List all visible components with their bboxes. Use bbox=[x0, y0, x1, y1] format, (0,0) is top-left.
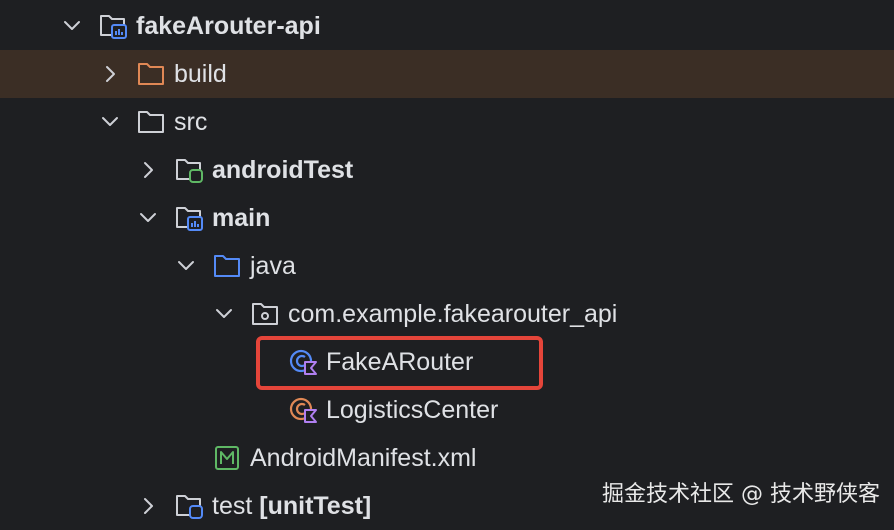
chevron-down-icon[interactable] bbox=[138, 208, 158, 228]
chevron-down-icon[interactable] bbox=[100, 112, 120, 132]
tree-label: build bbox=[174, 60, 227, 88]
folder-icon bbox=[138, 111, 164, 133]
tree-row-package[interactable]: com.example.fakearouter_api bbox=[0, 290, 894, 338]
chevron-right-icon[interactable] bbox=[138, 160, 158, 180]
tree-label: androidTest bbox=[212, 156, 354, 184]
tree-row-main[interactable]: main bbox=[0, 194, 894, 242]
tree-row-src[interactable]: src bbox=[0, 98, 894, 146]
chevron-down-icon[interactable] bbox=[62, 16, 82, 36]
module-folder-icon bbox=[100, 15, 127, 39]
tree-row-androidmanifest[interactable]: AndroidManifest.xml bbox=[0, 434, 894, 482]
chevron-right-icon[interactable] bbox=[138, 496, 158, 516]
tree-label: AndroidManifest.xml bbox=[250, 444, 477, 472]
chevron-down-icon[interactable] bbox=[214, 304, 234, 324]
watermark-text: 掘金技术社区 @ 技术野侠客 bbox=[602, 482, 880, 507]
tree-row-logisticscenter[interactable]: LogisticsCenter bbox=[0, 386, 894, 434]
tree-label: main bbox=[212, 204, 271, 232]
tree-label-name: test bbox=[212, 492, 253, 520]
tree-label: fakeArouter-api bbox=[136, 12, 321, 40]
tree-label: LogisticsCenter bbox=[326, 396, 499, 424]
chevron-down-icon[interactable] bbox=[176, 256, 196, 276]
package-icon bbox=[252, 303, 278, 325]
test-folder-icon bbox=[176, 495, 203, 519]
tree-row-java[interactable]: java bbox=[0, 242, 894, 290]
selection-highlight-box bbox=[256, 336, 543, 390]
tree-label: src bbox=[174, 108, 208, 136]
tree-label: java bbox=[250, 252, 296, 280]
test-source-folder-icon bbox=[176, 159, 203, 183]
tree-row-androidtest[interactable]: androidTest bbox=[0, 146, 894, 194]
manifest-icon bbox=[215, 446, 239, 470]
source-root-folder-icon bbox=[214, 255, 240, 277]
module-folder-icon bbox=[176, 207, 203, 231]
excluded-folder-icon bbox=[138, 63, 164, 85]
tree-row-fakearouter-api[interactable]: fakeArouter-api bbox=[0, 2, 894, 50]
chevron-right-icon[interactable] bbox=[100, 64, 120, 84]
tree-label: com.example.fakearouter_api bbox=[288, 300, 618, 328]
tree-row-build[interactable]: build bbox=[0, 50, 894, 98]
tree-label-suffix: [unitTest] bbox=[259, 492, 372, 520]
tree-label: test [unitTest] bbox=[212, 491, 371, 521]
kotlin-object-icon bbox=[289, 397, 317, 423]
